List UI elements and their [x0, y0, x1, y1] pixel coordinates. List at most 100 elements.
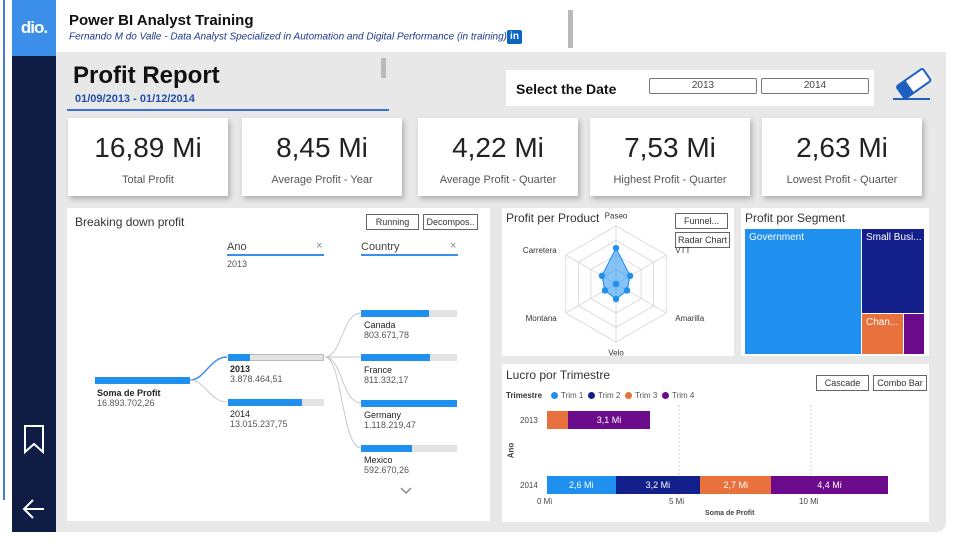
running-button[interactable]: Running	[366, 214, 419, 230]
bookmark-icon[interactable]	[22, 424, 46, 454]
header-subtitle: Fernando M do Valle - Data Analyst Speci…	[69, 30, 522, 44]
treemap-cell-channel[interactable]: Chan...	[862, 314, 903, 354]
node-bar-mexico[interactable]	[361, 445, 412, 452]
node-name-mexico: Mexico	[364, 455, 393, 465]
root-node-value: 16.893.702,26	[97, 398, 155, 408]
node-bar-2014[interactable]	[228, 399, 302, 406]
power-bi-report-window: dio. Power BI Analyst Training Fernando …	[0, 0, 960, 540]
kpi-card-total-profit: 16,89 Mi Total Profit	[68, 118, 228, 196]
legend-item-trim-1[interactable]: Trim 1	[551, 391, 583, 400]
treemap-cell-label: Chan...	[866, 317, 899, 328]
header-subtitle-text: Fernando M do Valle - Data Analyst Speci…	[69, 31, 507, 43]
kpi-value: 8,45 Mi	[276, 132, 368, 163]
treemap-cell-other[interactable]	[904, 314, 924, 354]
combo-bar-button[interactable]: Combo Bar	[873, 375, 927, 391]
radar-axis-label: Montana	[526, 314, 558, 323]
y-tick-2014: 2014	[520, 481, 538, 490]
title-divider	[381, 58, 386, 78]
back-arrow-icon[interactable]	[22, 494, 46, 524]
bar-data-label: 4,4 Mi	[817, 480, 842, 490]
node-bar-germany[interactable]	[361, 400, 457, 407]
legend-label: Trim 1	[561, 391, 584, 400]
node-bar-2013[interactable]	[228, 354, 251, 361]
date-slicer: Select the Date 2013 2014	[506, 70, 874, 106]
linkedin-icon[interactable]: in	[507, 30, 522, 44]
radar-point-carretera[interactable]	[598, 272, 606, 280]
radar-center-point	[612, 280, 620, 288]
bar-segment-2014-trim-1[interactable]: 2,6 Mi	[547, 476, 616, 494]
bar-segment-2014-trim-2[interactable]: 3,2 Mi	[615, 476, 701, 494]
bar-segment-2014-trim-4[interactable]: 4,4 Mi	[771, 476, 888, 494]
legend-dot	[588, 392, 595, 399]
node-bar-canada[interactable]	[361, 310, 430, 317]
node-bar-france[interactable]	[361, 354, 431, 361]
bar-data-label: 3,1 Mi	[596, 415, 622, 425]
bar-segment-2013-trim-4[interactable]: 3,1 Mi	[568, 411, 650, 429]
page-title: Profit Report	[73, 62, 220, 89]
level-header-country: Country	[361, 241, 400, 253]
kpi-card-average-profit-quarter: 4,22 Mi Average Profit - Quarter	[418, 118, 578, 196]
root-node-bar[interactable]	[95, 377, 190, 384]
lucro-por-trimestre-title: Lucro por Trimestre	[506, 368, 611, 382]
root-node-name: Soma de Profit	[97, 388, 161, 398]
level-header-ano: Ano	[227, 241, 247, 253]
legend-item-trim-3[interactable]: Trim 3	[625, 391, 657, 400]
radar-point-vtt[interactable]	[626, 272, 634, 280]
kpi-label: Average Profit - Quarter	[439, 174, 557, 186]
decomposition-tree-title: Breaking down profit	[75, 215, 185, 229]
y-axis-label: Ano	[506, 442, 516, 459]
legend-label: Trim 3	[635, 391, 658, 400]
date-option-2013[interactable]: 2013	[649, 78, 757, 94]
kpi-label: Highest Profit - Quarter	[613, 174, 727, 186]
legend-label: Trim 4	[672, 391, 695, 400]
remove-level-country-close-icon[interactable]: ×	[450, 240, 456, 252]
legend-dot	[551, 392, 558, 399]
node-name-france: France	[364, 365, 393, 375]
kpi-value: 4,22 Mi	[452, 132, 544, 163]
chevron-down-icon[interactable]	[399, 486, 413, 496]
date-option-2014[interactable]: 2014	[761, 78, 869, 94]
decomposition-button[interactable]: Decompos..	[423, 214, 478, 230]
level-header-ano-underline	[227, 254, 324, 256]
node-value-2013: 3.878.464,51	[230, 374, 283, 384]
level-ano-filter: 2013	[227, 259, 248, 269]
bar-segment-2013-trim-3[interactable]	[547, 411, 569, 429]
kpi-label: Total Profit	[122, 174, 174, 186]
radar-point-velo[interactable]	[612, 295, 620, 303]
radar-point-montana[interactable]	[601, 287, 609, 294]
date-slicer-label: Select the Date	[516, 81, 617, 97]
treemap-cell-small-business[interactable]: Small Busi...	[862, 229, 924, 313]
eraser-clear-filters-icon[interactable]	[890, 66, 934, 106]
node-value-mexico: 592.670,26	[364, 465, 410, 475]
title-underline	[67, 109, 389, 111]
bar-segment-2014-trim-3[interactable]: 2,7 Mi	[700, 476, 772, 494]
node-value-2014: 13.015.237,75	[230, 419, 288, 429]
node-name-canada: Canada	[364, 320, 396, 330]
cascade-button[interactable]: Cascade	[816, 375, 869, 391]
header-divider	[568, 10, 573, 48]
node-name-2013: 2013	[230, 364, 251, 374]
profit-per-segment-title: Profit por Segment	[745, 211, 846, 225]
legend-item-trim-2[interactable]: Trim 2	[588, 391, 620, 400]
radar-point-amarilla[interactable]	[623, 287, 631, 294]
bar-data-label: 3,2 Mi	[645, 480, 671, 490]
bar-data-label: 2,6 Mi	[569, 480, 594, 490]
legend-item-trim-4[interactable]: Trim 4	[662, 391, 694, 400]
header-title: Power BI Analyst Training	[69, 12, 254, 29]
remove-level-ano-close-icon[interactable]: ×	[316, 240, 322, 252]
radar-point-paseo[interactable]	[612, 244, 620, 252]
radar-axis-label: Carretera	[523, 246, 557, 255]
y-tick-2013: 2013	[520, 416, 538, 425]
treemap-cell-government[interactable]: Government	[745, 229, 861, 354]
kpi-label: Lowest Profit - Quarter	[786, 174, 898, 186]
kpi-card-average-profit-year: 8,45 Mi Average Profit - Year	[242, 118, 402, 196]
dio-logo[interactable]: dio.	[12, 0, 56, 56]
report-date-range: 01/09/2013 - 01/12/2014	[75, 93, 195, 105]
nav-bar: dio.	[12, 0, 56, 532]
x-tick-0: 0 Mi	[537, 497, 553, 506]
radar-axis-label: Amarilla	[675, 314, 704, 323]
bar-data-label: 2,7 Mi	[723, 480, 748, 490]
x-axis-label: Soma de Profit	[705, 510, 755, 517]
x-tick-10: 10 Mi	[799, 497, 819, 506]
radar-axis-label: Paseo	[605, 212, 628, 221]
